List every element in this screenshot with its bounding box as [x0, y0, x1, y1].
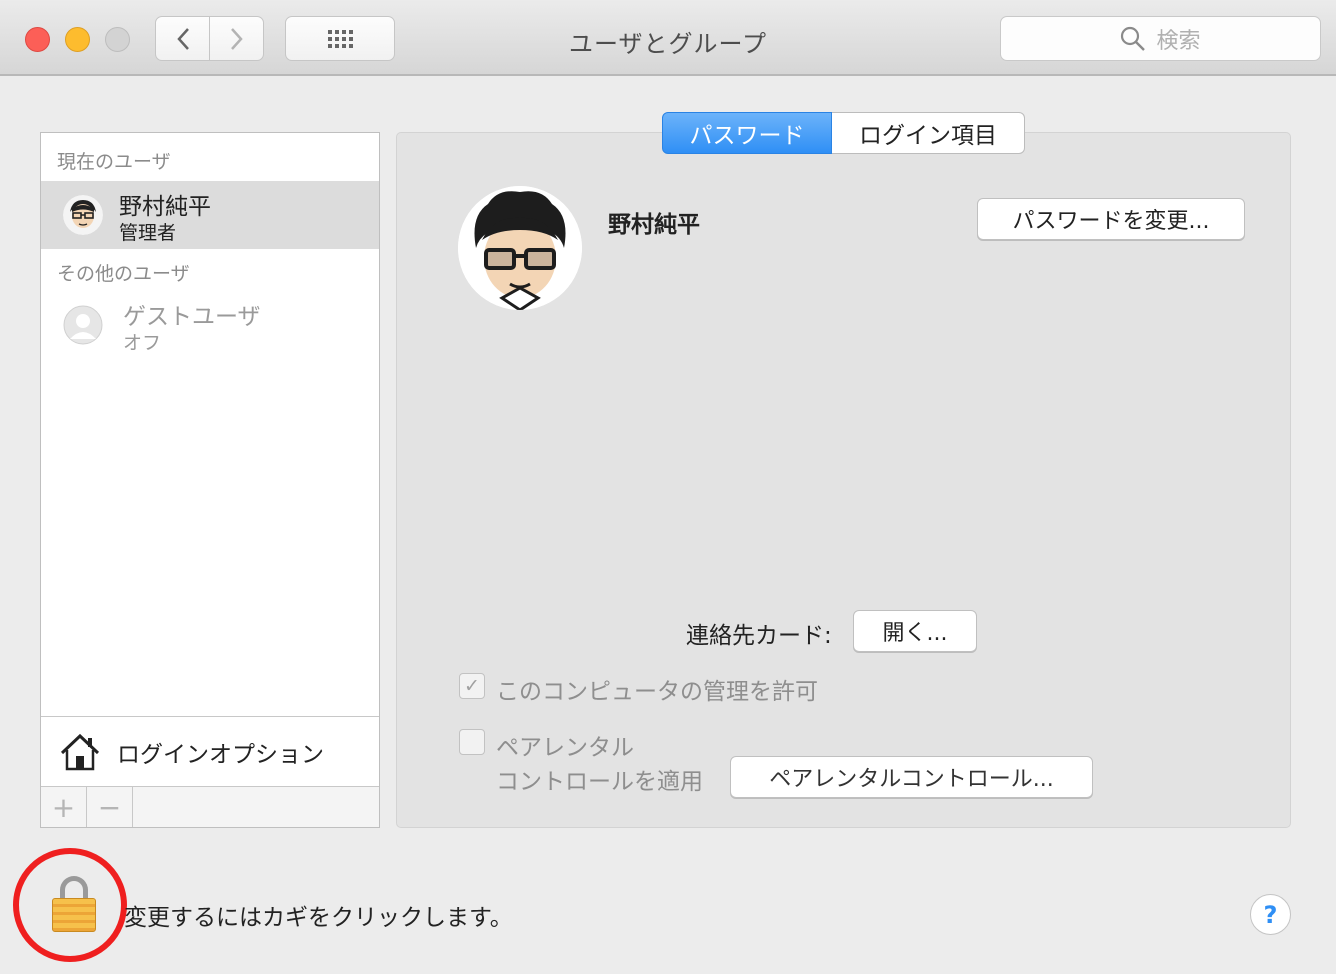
other-users-header: その他のユーザ	[57, 263, 190, 285]
lock-icon[interactable]	[50, 876, 98, 932]
user-row-guest[interactable]: ゲストユーザ オフ	[41, 291, 379, 359]
user-full-name: 野村純平	[608, 212, 700, 238]
add-user-button[interactable]: +	[41, 787, 87, 827]
tab-password[interactable]: パスワード	[662, 112, 832, 154]
open-contact-card-button[interactable]: 開く...	[853, 610, 977, 652]
home-icon	[60, 733, 100, 770]
search-field[interactable]: 検索	[1000, 16, 1321, 61]
parental-controls-checkbox[interactable]	[459, 729, 485, 755]
login-options-button[interactable]: ログインオプション	[41, 716, 379, 786]
tab-login-items[interactable]: ログイン項目	[832, 112, 1025, 154]
lock-message: 変更するにはカギをクリックします。	[124, 905, 513, 931]
parental-checkbox-label-line2: コントロールを適用	[496, 769, 703, 795]
current-user-name: 野村純平	[119, 194, 211, 220]
tab-bar: パスワード ログイン項目	[662, 112, 1025, 154]
current-users-header: 現在のユーザ	[57, 151, 171, 173]
parental-controls-button[interactable]: ペアレンタルコントロール...	[730, 756, 1093, 798]
search-icon	[1121, 26, 1146, 51]
parental-checkbox-label-line1: ペアレンタル	[496, 735, 634, 761]
avatar	[63, 195, 103, 235]
guest-avatar-icon	[63, 305, 103, 345]
user-picture[interactable]	[458, 186, 582, 310]
change-password-button[interactable]: パスワードを変更...	[977, 198, 1245, 240]
admin-checkbox[interactable]: ✓	[459, 673, 485, 699]
list-toolbar: + −	[41, 786, 379, 827]
users-list: 現在のユーザ 野村純平 管理者 その他のユーザ ゲストユーザ オフ ログインオプ…	[40, 132, 380, 828]
user-row-current[interactable]: 野村純平 管理者	[41, 181, 379, 249]
remove-user-button[interactable]: −	[87, 787, 133, 827]
help-icon[interactable]: ?	[1250, 894, 1291, 935]
current-user-role: 管理者	[119, 222, 177, 244]
guest-user-status: オフ	[123, 332, 162, 354]
search-placeholder: 検索	[1156, 28, 1201, 54]
admin-checkbox-label: このコンピュータの管理を許可	[496, 679, 818, 705]
title-bar: ユーザとグループ 検索	[0, 0, 1336, 76]
login-options-label: ログインオプション	[117, 741, 324, 768]
guest-user-name: ゲストユーザ	[123, 304, 261, 330]
contact-card-label: 連絡先カード:	[686, 623, 832, 649]
